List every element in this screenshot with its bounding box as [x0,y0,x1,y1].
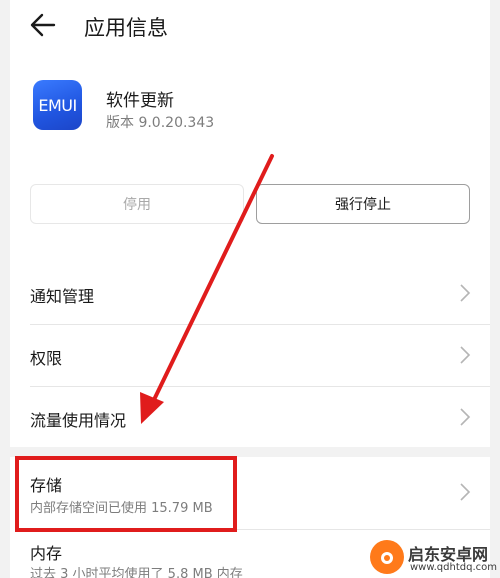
disable-button[interactable]: 停用 [30,184,244,224]
app-icon-label: EMUI [38,95,77,115]
force-stop-button[interactable]: 强行停止 [256,184,470,224]
watermark-logo-icon [370,540,404,574]
page-title: 应用信息 [84,16,168,40]
app-version: 版本 9.0.20.343 [106,115,215,131]
app-name: 软件更新 [106,91,174,111]
chevron-right-icon [460,346,471,364]
back-button[interactable] [26,8,60,42]
chevron-right-icon [460,408,471,426]
row-data-usage[interactable]: 流量使用情况 [10,387,490,447]
annotation-highlight-box [15,456,237,532]
chevron-right-icon [460,483,471,501]
row-permissions[interactable]: 权限 [10,325,490,386]
row-permissions-label: 权限 [30,349,63,368]
watermark-url: www.qdhtdq.com [410,562,497,573]
app-icon: EMUI [33,80,82,130]
row-notification-management[interactable]: 通知管理 [10,262,490,324]
watermark: 启东安卓网 www.qdhtdq.com [370,540,500,578]
row-notification-label: 通知管理 [30,287,95,306]
arrow-left-icon [30,13,56,37]
row-data-usage-label: 流量使用情况 [30,411,127,430]
row-memory-title: 内存 [30,544,63,563]
chevron-right-icon [460,284,471,302]
top-bar: 应用信息 [10,0,490,54]
row-memory-subtitle: 过去 3 小时平均使用了 5.8 MB 内存 [30,567,243,578]
